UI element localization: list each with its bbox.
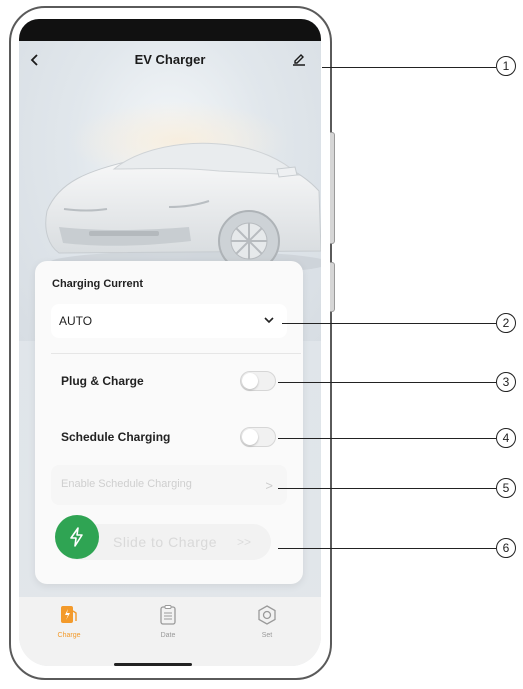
home-indicator	[114, 663, 192, 666]
tab-set[interactable]: Set	[237, 605, 297, 639]
charging-current-value: AUTO	[59, 314, 93, 328]
callout-number-6: 6	[496, 538, 516, 558]
toggle-knob	[242, 429, 258, 445]
page-title: EV Charger	[134, 52, 206, 67]
schedule-charging-toggle[interactable]	[240, 427, 276, 447]
side-button-lower	[330, 262, 335, 312]
callout-line-2	[282, 323, 496, 324]
charge-station-icon	[61, 606, 77, 623]
callout-number-1: 1	[496, 56, 516, 76]
callout-line-1	[322, 67, 496, 68]
edit-button[interactable]	[291, 51, 311, 71]
callout-number-5: 5	[496, 478, 516, 498]
tab-set-label: Set	[261, 632, 273, 639]
callout-number-3: 3	[496, 372, 516, 392]
charging-settings-card: Charging Current AUTO Plug & Charge Sche…	[35, 261, 303, 584]
app-screen: EV Charger Charging Current AUTO Plug & …	[19, 19, 321, 666]
charging-current-dropdown[interactable]: AUTO	[51, 304, 287, 338]
clipboard-icon	[160, 605, 176, 625]
figure: EV Charger Charging Current AUTO Plug & …	[0, 0, 523, 689]
plug-charge-label: Plug & Charge	[61, 374, 144, 388]
callout-line-3	[278, 382, 496, 383]
settings-gear-icon	[258, 605, 276, 625]
tab-charge-label: Charge	[57, 632, 81, 639]
tab-date[interactable]: Date	[138, 605, 198, 639]
callout-number-2: 2	[496, 313, 516, 333]
tab-charge[interactable]: Charge	[39, 605, 99, 639]
lightning-icon	[70, 527, 83, 547]
toggle-knob	[242, 373, 258, 389]
chevron-down-icon	[264, 317, 274, 324]
top-bar: EV Charger	[19, 41, 321, 81]
callout-line-6	[278, 548, 496, 549]
callout-line-4	[278, 438, 496, 439]
plug-charge-toggle[interactable]	[240, 371, 276, 391]
chevron-right-icon: >	[265, 478, 273, 493]
enable-schedule-charging-row[interactable]: Enable Schedule Charging >	[51, 465, 287, 505]
enable-schedule-charging-label: Enable Schedule Charging	[61, 478, 192, 490]
schedule-charging-label: Schedule Charging	[61, 430, 171, 444]
callout-line-5	[278, 488, 496, 489]
slide-to-charge-handle[interactable]	[55, 515, 99, 559]
pencil-icon	[293, 54, 305, 66]
slide-to-charge-label: Slide to Charge	[113, 534, 218, 550]
side-button-upper	[330, 132, 335, 244]
callout-number-4: 4	[496, 428, 516, 448]
charging-current-label: Charging Current	[52, 278, 144, 290]
divider	[51, 353, 301, 354]
slide-arrows-icon: >>	[237, 535, 252, 549]
bottom-tab-bar: Charge Date Set	[19, 597, 321, 666]
tab-date-label: Date	[160, 632, 176, 639]
status-bar	[19, 19, 321, 41]
